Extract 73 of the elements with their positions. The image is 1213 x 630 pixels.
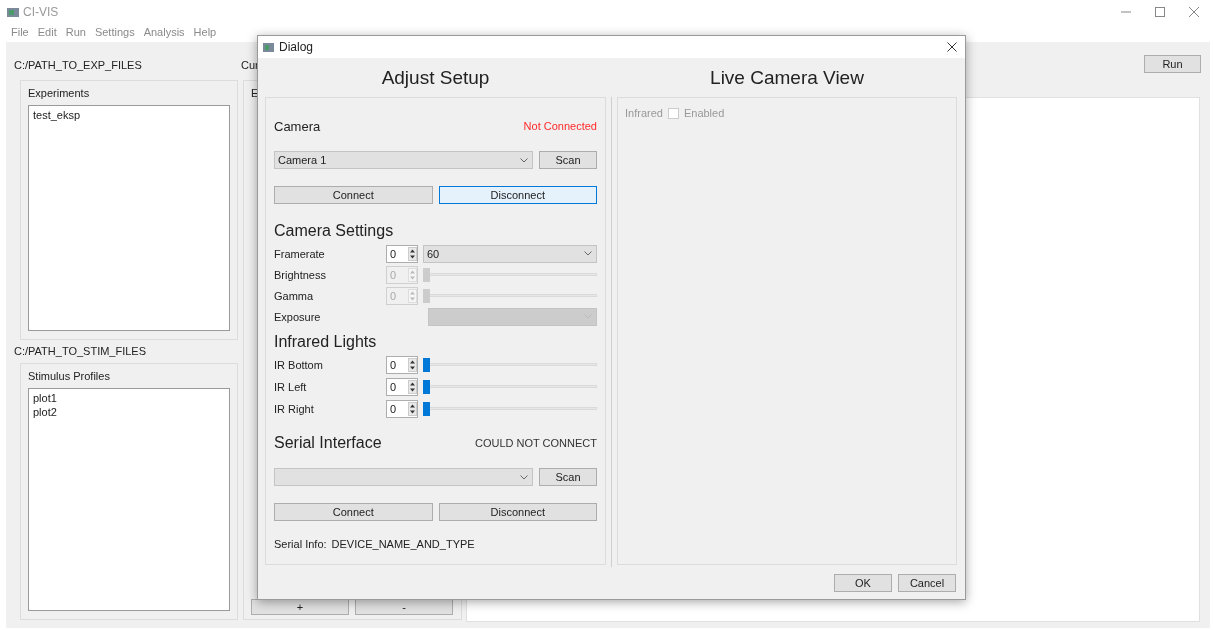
spin-box[interactable]: 0 xyxy=(386,244,418,263)
slider[interactable] xyxy=(423,265,597,284)
push-button[interactable]: Disconnect xyxy=(438,503,597,521)
run-button[interactable]: Run xyxy=(1144,55,1201,73)
menu-item[interactable]: File xyxy=(11,26,29,38)
scan-button[interactable]: Scan xyxy=(539,151,597,169)
dialog-title: Dialog xyxy=(279,40,314,54)
dropdown[interactable] xyxy=(274,468,533,486)
slider[interactable] xyxy=(423,356,597,374)
slider-thumb[interactable] xyxy=(423,358,430,372)
spin-arrows-icon[interactable] xyxy=(408,402,417,416)
dropdown[interactable]: Camera 1 xyxy=(274,151,533,169)
field-value: DEVICE_NAME_AND_TYPE xyxy=(331,538,475,550)
field-label: Exposure xyxy=(274,310,322,323)
slider[interactable] xyxy=(423,286,597,305)
push-button[interactable]: Connect xyxy=(274,186,433,204)
field-label: IR Bottom xyxy=(274,359,324,371)
dropdown[interactable]: 60 xyxy=(423,244,597,263)
chevron-icon xyxy=(520,474,528,480)
spin-box[interactable]: 0 xyxy=(386,400,418,418)
app-icon xyxy=(263,42,274,52)
list-item[interactable]: test_eksp xyxy=(29,108,85,122)
field-label: Serial Info: xyxy=(274,538,327,550)
spin-box[interactable]: 0 xyxy=(386,356,418,374)
chevron-icon xyxy=(520,157,528,163)
status-text: COULD NOT CONNECT xyxy=(474,437,597,449)
panel-heading: Live Camera View xyxy=(709,65,865,90)
field-label: Infrared xyxy=(625,107,663,119)
maximize-icon[interactable] xyxy=(1155,7,1165,17)
section-label: Cur xyxy=(241,58,260,73)
menu-item[interactable]: Edit xyxy=(37,26,57,38)
menu-item[interactable]: Analysis xyxy=(143,26,185,38)
field-label: IR Right xyxy=(274,403,315,415)
spin-arrows-icon[interactable] xyxy=(408,380,417,394)
spin-box[interactable]: 0 xyxy=(386,378,418,396)
push-button[interactable]: Disconnect xyxy=(438,186,597,204)
chevron-icon xyxy=(584,251,592,256)
section-heading: Infrared Lights xyxy=(274,333,377,351)
folder-path: C:/PATH_TO_EXP_FILES xyxy=(13,58,143,73)
section-heading: Camera Settings xyxy=(274,222,394,240)
push-button[interactable]: Connect xyxy=(274,503,433,521)
spin-arrows-icon[interactable] xyxy=(408,358,417,372)
field-label: Brightness xyxy=(274,268,327,281)
checkbox-label: Enabled xyxy=(683,107,725,119)
field-label: Gamma xyxy=(274,289,315,302)
list-item[interactable]: plot2 xyxy=(29,405,61,419)
slider[interactable] xyxy=(423,400,597,418)
status-text: Not Connected xyxy=(523,120,597,132)
section-heading: Camera xyxy=(274,118,321,134)
list-item[interactable]: plot1 xyxy=(29,391,61,405)
field-label: IR Left xyxy=(274,381,308,393)
menu-item[interactable]: Help xyxy=(193,26,217,38)
group-title: E xyxy=(251,86,259,101)
folder-path: C:/PATH_TO_STIM_FILES xyxy=(13,344,148,359)
slider[interactable] xyxy=(423,378,597,396)
dialog-button[interactable]: OK xyxy=(834,574,892,592)
dialog-button[interactable]: Cancel xyxy=(898,574,956,592)
close-icon[interactable] xyxy=(947,42,957,52)
section-heading: Serial Interface xyxy=(274,434,382,452)
list-box[interactable]: test_eksp xyxy=(28,105,230,331)
slider-thumb[interactable] xyxy=(423,380,430,394)
app-icon xyxy=(7,7,19,17)
field-label: Framerate xyxy=(274,247,326,260)
menu-item[interactable]: Settings xyxy=(94,26,135,38)
group-title: Stimulus Profiles xyxy=(28,369,110,384)
scan-button[interactable]: Scan xyxy=(539,468,597,486)
panel-heading: Adjust Setup xyxy=(380,65,491,90)
menu-item[interactable]: Run xyxy=(65,26,86,38)
spin-arrows-icon[interactable] xyxy=(408,246,417,261)
list-box[interactable]: plot1 plot2 xyxy=(28,388,230,611)
group-title: Experiments xyxy=(28,86,90,101)
window-title: CI-VIS xyxy=(23,5,59,19)
slider-thumb[interactable] xyxy=(423,402,430,416)
